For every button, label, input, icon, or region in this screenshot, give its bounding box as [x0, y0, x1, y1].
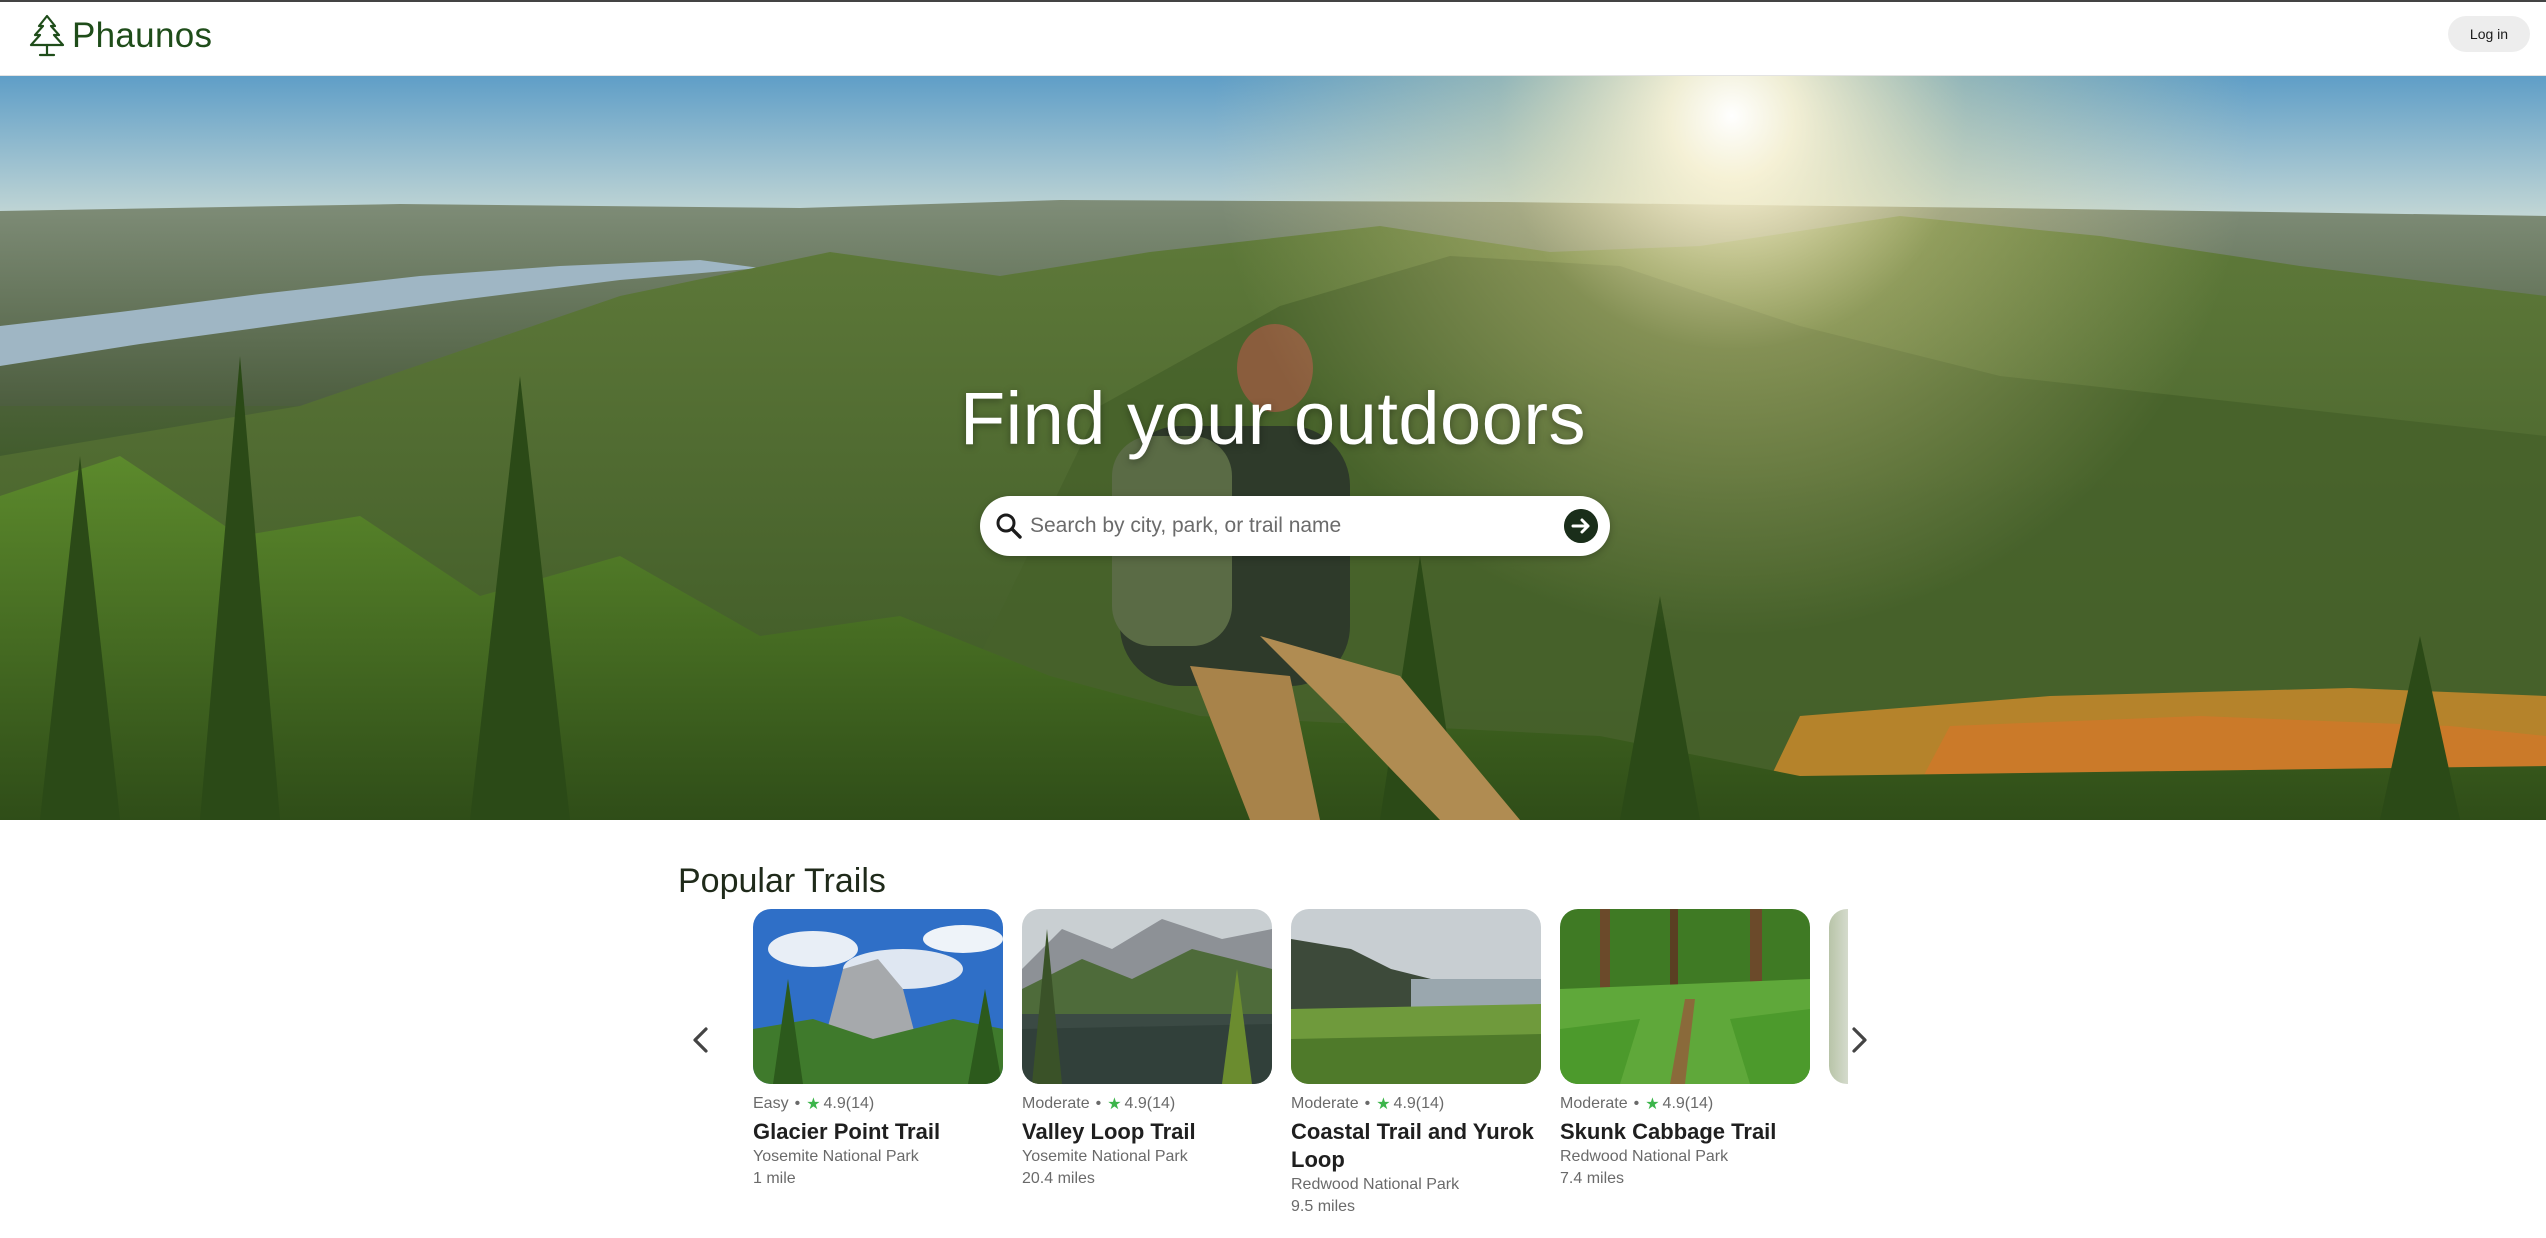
trail-name[interactable]: Skunk Cabbage Trail — [1560, 1118, 1810, 1146]
star-icon: ★ — [1107, 1096, 1122, 1113]
trail-card[interactable]: Moderate • ★ 4.9 (14) Valley Loop Trail … — [1022, 909, 1272, 1188]
trail-difficulty: Moderate — [1022, 1095, 1090, 1112]
trail-card[interactable]: Moderate • ★ 4.9 (14) Skunk Cabbage Trai… — [1560, 909, 1810, 1188]
trail-difficulty: Moderate — [1291, 1095, 1359, 1112]
trail-rating: 4.9 — [1124, 1095, 1147, 1112]
trail-length: 7.4 miles — [1560, 1170, 1625, 1187]
trail-meta: Moderate • ★ 4.9 (14) — [1291, 1094, 1541, 1114]
trail-rating: 4.9 — [1662, 1095, 1685, 1112]
trail-review-count: (14) — [1415, 1095, 1445, 1112]
login-button[interactable]: Log in — [2448, 16, 2530, 52]
trail-difficulty: Easy — [753, 1095, 789, 1112]
trail-meta: Easy • ★ 4.9 (14) — [753, 1094, 1003, 1114]
separator-dot: • — [1095, 1095, 1102, 1112]
separator-dot: • — [1364, 1095, 1371, 1112]
trail-length: 20.4 miles — [1022, 1170, 1095, 1187]
star-icon: ★ — [1645, 1096, 1660, 1113]
trail-review-count: (14) — [845, 1095, 875, 1112]
trail-length: 1 mile — [753, 1170, 796, 1187]
separator-dot: • — [1633, 1095, 1640, 1112]
top-nav-bar: Phaunos Log in — [0, 2, 2546, 76]
trail-name[interactable]: Glacier Point Trail — [753, 1118, 1003, 1146]
trail-photo[interactable] — [1022, 909, 1272, 1084]
trail-park: Redwood National Park — [1560, 1148, 1729, 1165]
carousel-prev-chevron-left-icon[interactable] — [682, 1020, 722, 1060]
trail-meta: Moderate • ★ 4.9 (14) — [1022, 1094, 1272, 1114]
search-bar — [980, 496, 1610, 556]
trail-review-count: (14) — [1146, 1095, 1176, 1112]
trail-difficulty: Moderate — [1560, 1095, 1628, 1112]
brand-logo[interactable]: Phaunos — [26, 12, 212, 60]
search-icon — [996, 513, 1022, 539]
trail-park: Yosemite National Park — [753, 1148, 919, 1165]
popular-trails-heading: Popular Trails — [678, 862, 886, 900]
trail-park: Yosemite National Park — [1022, 1148, 1188, 1165]
pine-tree-icon — [29, 14, 65, 57]
trail-carousel: Easy • ★ 4.9 (14) Glacier Point Trail Yo… — [753, 909, 1848, 1229]
search-submit-arrow-icon[interactable] — [1564, 509, 1598, 543]
trail-review-count: (14) — [1684, 1095, 1714, 1112]
trail-rating: 4.9 — [1393, 1095, 1416, 1112]
trail-card[interactable]: Moderate • ★ 4.9 (14) Coastal Trail and … — [1291, 909, 1541, 1216]
carousel-next-chevron-right-icon[interactable] — [1838, 1020, 1878, 1060]
search-input[interactable] — [1030, 506, 1530, 546]
brand-name: Phaunos — [72, 16, 213, 55]
trail-length: 9.5 miles — [1291, 1198, 1356, 1215]
trail-name[interactable]: Coastal Trail and Yurok Loop — [1291, 1118, 1541, 1174]
separator-dot: • — [794, 1095, 801, 1112]
trail-photo[interactable] — [1560, 909, 1810, 1084]
hero-title: Find your outdoors — [959, 377, 1586, 460]
star-icon: ★ — [806, 1096, 821, 1113]
trail-meta: Moderate • ★ 4.9 (14) — [1560, 1094, 1810, 1114]
star-icon: ★ — [1376, 1096, 1391, 1113]
trail-park: Redwood National Park — [1291, 1176, 1460, 1193]
trail-photo[interactable] — [753, 909, 1003, 1084]
trail-photo[interactable] — [1291, 909, 1541, 1084]
trail-card[interactable]: Easy • ★ 4.9 (14) Glacier Point Trail Yo… — [753, 909, 1003, 1188]
trail-rating: 4.9 — [823, 1095, 846, 1112]
hero-banner: Find your outdoors — [0, 76, 2546, 820]
trail-name[interactable]: Valley Loop Trail — [1022, 1118, 1272, 1146]
